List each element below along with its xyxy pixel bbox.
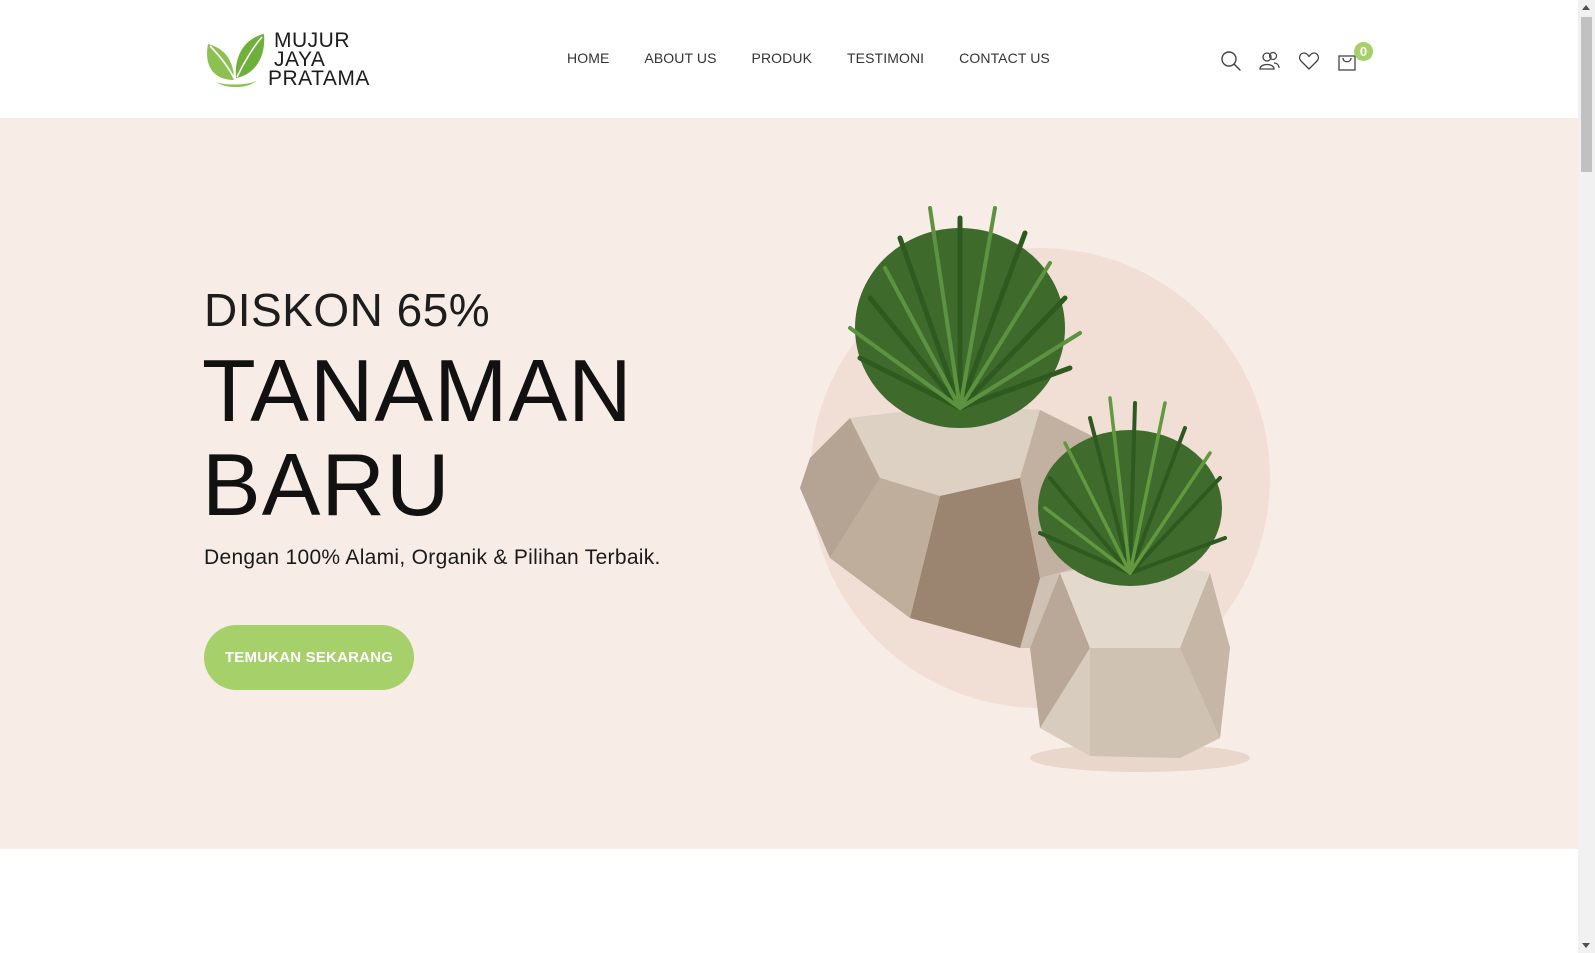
- vertical-scrollbar[interactable]: [1578, 0, 1595, 953]
- main-nav: HOME ABOUT US PRODUK TESTIMONI CONTACT U…: [567, 50, 1085, 66]
- search-icon[interactable]: [1220, 50, 1242, 72]
- brand-name-line3: PRATAMA: [268, 66, 370, 90]
- brand-logo[interactable]: MUJUR JAYA PRATAMA: [204, 28, 370, 90]
- brand-name-line1: MUJUR: [274, 28, 350, 52]
- hero-title-line1: TANAMAN: [202, 341, 633, 440]
- hero-description: Dengan 100% Alami, Organik & Pilihan Ter…: [204, 546, 661, 569]
- users-icon[interactable]: [1258, 50, 1280, 72]
- scrollbar-thumb[interactable]: [1581, 17, 1592, 172]
- hero-subtitle: DISKON 65%: [204, 284, 491, 336]
- cart-count-badge: 0: [1354, 42, 1373, 61]
- nav-about-us[interactable]: ABOUT US: [644, 50, 716, 66]
- brand-name: MUJUR JAYA PRATAMA: [268, 28, 370, 90]
- nav-testimoni[interactable]: TESTIMONI: [847, 50, 924, 66]
- content-section: [0, 849, 1578, 953]
- site-header: MUJUR JAYA PRATAMA HOME ABOUT US PRODUK …: [0, 0, 1578, 118]
- header-actions: 0: [1220, 42, 1373, 76]
- heart-icon[interactable]: [1298, 50, 1320, 72]
- potted-plants-illustration: [790, 178, 1310, 778]
- nav-home[interactable]: HOME: [567, 50, 609, 66]
- scroll-up-icon[interactable]: [1582, 5, 1590, 10]
- hero-banner: DISKON 65% TANAMAN BARU Dengan 100% Alam…: [0, 118, 1578, 849]
- brand-name-line2: JAYA: [274, 47, 326, 71]
- hero-title: TANAMAN BARU: [202, 344, 633, 532]
- page: MUJUR JAYA PRATAMA HOME ABOUT US PRODUK …: [0, 0, 1578, 953]
- scroll-down-icon[interactable]: [1582, 943, 1590, 948]
- nav-produk[interactable]: PRODUK: [752, 50, 813, 66]
- nav-contact-us[interactable]: CONTACT US: [959, 50, 1050, 66]
- potted-plants-image: [800, 206, 1270, 772]
- hero-title-line2: BARU: [202, 435, 451, 534]
- shop-now-button[interactable]: TEMUKAN SEKARANG: [204, 625, 414, 690]
- leaf-sprout-icon: [207, 34, 265, 88]
